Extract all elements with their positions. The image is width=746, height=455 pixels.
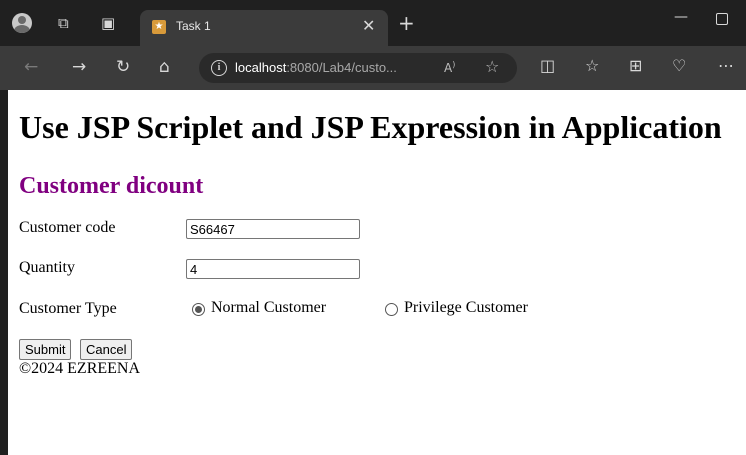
customer-code-label: Customer code [19, 219, 116, 236]
split-screen-icon[interactable]: ◫ [540, 56, 555, 76]
url-text[interactable]: localhost:8080/Lab4/custo... [235, 60, 397, 75]
privilege-customer-radio[interactable] [385, 303, 398, 316]
arrow-right-icon[interactable]: → [72, 57, 86, 77]
read-aloud-icon[interactable]: A) [444, 60, 455, 75]
close-icon[interactable]: ✕ [362, 16, 375, 35]
home-icon[interactable]: ⌂ [159, 57, 170, 77]
refresh-icon[interactable]: ↻ [116, 57, 130, 77]
heartbeat-icon[interactable]: ♡ [672, 56, 686, 76]
normal-customer-label[interactable]: Normal Customer [211, 299, 326, 317]
maximize-icon[interactable] [716, 13, 728, 25]
avatar-icon[interactable] [12, 13, 32, 33]
customer-code-input[interactable] [186, 219, 360, 239]
page-viewport: Use JSP Scriplet and JSP Expression in A… [8, 90, 746, 455]
customer-type-label: Customer Type [19, 300, 117, 317]
collections-icon[interactable]: ⊞ [629, 56, 642, 76]
more-icon[interactable]: ⋯ [718, 56, 734, 76]
workspaces-icon[interactable]: ⧉ [58, 13, 69, 33]
quantity-label: Quantity [19, 259, 75, 276]
tab-task-1[interactable]: ★ Task 1 ✕ [140, 10, 388, 46]
quantity-input[interactable] [186, 259, 360, 279]
address-bar[interactable]: i localhost:8080/Lab4/custo... A) ☆ [199, 53, 517, 83]
privilege-customer-label[interactable]: Privilege Customer [404, 299, 528, 317]
footer-copyright: ©2024 EZREENA [19, 360, 141, 377]
tab-title: Task 1 [176, 19, 211, 33]
plus-icon[interactable]: + [398, 13, 415, 33]
tab-actions-icon[interactable]: ▣ [101, 13, 115, 33]
submit-button[interactable]: Submit [19, 339, 72, 360]
app-favicon: ★ [152, 20, 166, 34]
favorites-icon[interactable]: ☆ [585, 56, 599, 76]
minimize-icon[interactable]: — [674, 9, 688, 25]
url-path: :8080/Lab4/custo... [286, 60, 397, 75]
info-icon[interactable]: i [211, 60, 227, 76]
page-title: Use JSP Scriplet and JSP Expression in A… [19, 109, 722, 145]
browser-titlebar: ⧉ ▣ ★ Task 1 ✕ + — [0, 0, 746, 46]
star-icon[interactable]: ☆ [485, 57, 499, 76]
url-host: localhost [235, 60, 287, 75]
cancel-button[interactable]: Cancel [80, 339, 133, 360]
normal-customer-radio[interactable] [192, 303, 205, 316]
page-subtitle: Customer dicount [19, 173, 204, 199]
arrow-left-icon[interactable]: ← [24, 57, 38, 77]
browser-toolbar: ← → ↻ ⌂ i localhost:8080/Lab4/custo... A… [0, 46, 746, 90]
